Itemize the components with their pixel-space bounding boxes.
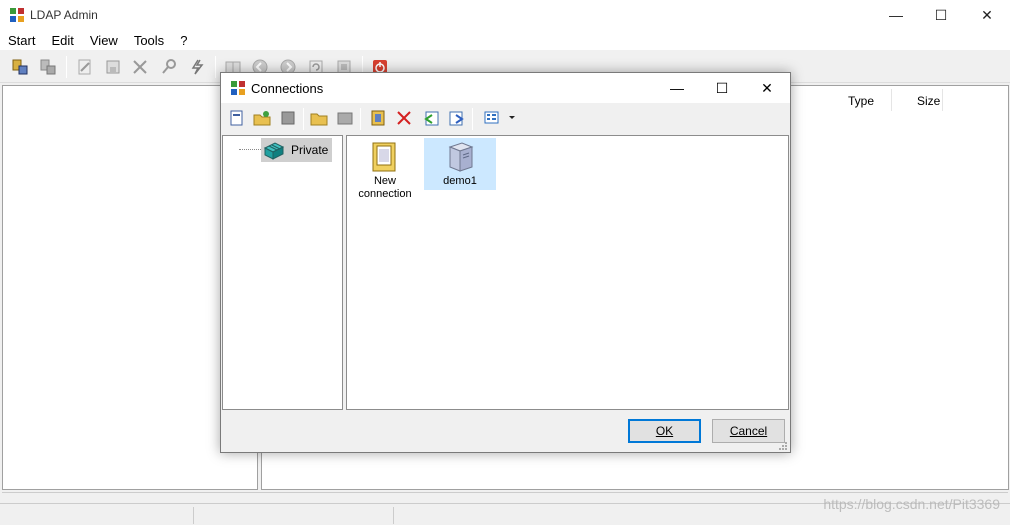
dialog-close-button[interactable]: ✕ — [744, 73, 790, 103]
open-connection-button[interactable] — [253, 109, 271, 127]
disconnect-icon — [40, 59, 56, 75]
save-icon — [106, 60, 120, 74]
folder-icon — [310, 113, 328, 126]
copy-connection-button[interactable] — [279, 109, 297, 127]
close-icon: ✕ — [761, 79, 773, 96]
refresh-schema-button[interactable] — [188, 58, 206, 76]
cancel-button[interactable]: Cancel — [712, 419, 785, 443]
ok-button[interactable]: OK — [628, 419, 701, 443]
new-folder-button[interactable] — [310, 109, 328, 127]
copy-icon — [281, 111, 295, 125]
ldap-admin-icon — [10, 8, 24, 22]
menu-tools[interactable]: Tools — [126, 30, 172, 50]
dialog-title: Connections — [251, 81, 324, 96]
tree-node-private[interactable]: Private — [261, 138, 333, 162]
import-button[interactable] — [422, 109, 440, 127]
maximize-button[interactable]: ☐ — [918, 0, 964, 30]
move-icon — [337, 112, 353, 125]
connect-button[interactable] — [11, 58, 29, 76]
delete-entry-button[interactable] — [131, 58, 149, 76]
maximize-icon: ☐ — [934, 6, 948, 23]
connections-dialog: Connections — ☐ ✕ Private New connection… — [220, 72, 791, 453]
view-mode-dropdown[interactable] — [483, 109, 519, 127]
window-title: LDAP Admin — [30, 8, 98, 22]
delete-icon — [397, 111, 411, 125]
connections-tree[interactable]: Private — [222, 135, 343, 410]
view-mode-icon — [484, 111, 515, 124]
main-titlebar: LDAP Admin — ☐ ✕ — [0, 0, 1010, 30]
dialog-toolbar — [221, 103, 790, 133]
menu-edit[interactable]: Edit — [43, 30, 81, 50]
new-connection-icon — [372, 142, 396, 172]
dialog-minimize-button[interactable]: — — [654, 73, 700, 103]
new-connection-button[interactable] — [228, 109, 246, 127]
disconnect-button[interactable] — [39, 58, 57, 76]
menu-help[interactable]: ? — [172, 30, 195, 50]
connections-icon-view[interactable]: New connection demo1 — [346, 135, 789, 410]
import-icon — [424, 111, 439, 126]
menu-bar: Start Edit View Tools ? — [0, 30, 1010, 50]
toolbar-separator — [66, 56, 67, 78]
search-button[interactable] — [160, 58, 178, 76]
dialog-maximize-button[interactable]: ☐ — [699, 73, 745, 103]
search-icon — [162, 59, 176, 74]
edit-icon — [78, 59, 91, 75]
column-header-size[interactable]: Size — [909, 89, 943, 111]
dialog-titlebar: Connections — ☐ ✕ — [221, 73, 790, 103]
tree-node-label: Private — [291, 143, 329, 157]
status-panel — [194, 507, 394, 524]
maximize-icon: ☐ — [715, 79, 729, 96]
lightning-icon — [191, 59, 204, 75]
delete-icon — [133, 60, 147, 74]
item-label: connection — [358, 188, 412, 200]
connect-icon — [12, 59, 28, 75]
export-button[interactable] — [448, 109, 466, 127]
status-panel — [0, 507, 194, 524]
tree-connector — [239, 149, 261, 150]
properties-icon — [371, 110, 385, 126]
toolbar-separator — [303, 108, 304, 130]
toolbar-separator — [472, 108, 473, 130]
close-button[interactable]: ✕ — [964, 0, 1010, 30]
item-label: demo1 — [443, 175, 477, 187]
menu-start[interactable]: Start — [0, 30, 43, 50]
move-button[interactable] — [336, 109, 354, 127]
close-icon: ✕ — [981, 6, 993, 23]
column-header-type[interactable]: Type — [840, 89, 892, 111]
new-connection-item[interactable]: New connection — [349, 138, 421, 201]
connection-item-demo1[interactable]: demo1 — [424, 138, 496, 190]
save-entry-button[interactable] — [104, 58, 122, 76]
cancel-button-label: Cancel — [729, 424, 768, 438]
connection-properties-button[interactable] — [369, 109, 387, 127]
private-folder-icon — [263, 142, 285, 160]
minimize-icon: — — [670, 80, 684, 96]
new-document-icon — [230, 110, 243, 126]
server-icon — [448, 142, 474, 172]
open-folder-icon — [253, 111, 271, 126]
ok-button-label: OK — [655, 424, 674, 438]
toolbar-separator — [360, 108, 361, 130]
watermark: https://blog.csdn.net/Pit3369 — [823, 496, 1000, 512]
delete-connection-button[interactable] — [395, 109, 413, 127]
item-label: New — [373, 175, 396, 187]
resize-grip-icon[interactable] — [778, 440, 788, 450]
menu-view[interactable]: View — [82, 30, 126, 50]
connections-icon — [231, 81, 245, 95]
minimize-button[interactable]: — — [873, 0, 919, 30]
toolbar-separator — [215, 56, 216, 78]
minimize-icon: — — [889, 7, 903, 23]
edit-entry-button[interactable] — [76, 58, 94, 76]
export-icon — [449, 111, 464, 126]
